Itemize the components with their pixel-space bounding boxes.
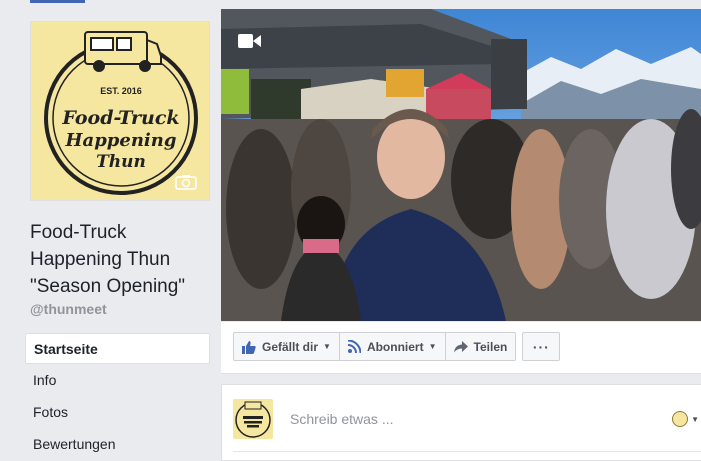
divider (233, 451, 701, 452)
page-title-line: Happening Thun (30, 249, 171, 270)
nav-item-info[interactable]: Info (25, 365, 210, 396)
sidebar: EST. 2016 Food-Truck Happening Thun Food… (0, 0, 220, 461)
page-title-line: "Season Opening" (30, 276, 186, 297)
post-input[interactable]: Schreib etwas ... (290, 411, 394, 427)
logo-line3: Thun (96, 152, 146, 172)
chevron-down-icon: ▼ (691, 414, 699, 424)
follow-label: Abonniert (366, 339, 424, 354)
logo-line2: Happening (65, 130, 177, 151)
camera-icon[interactable] (175, 174, 197, 190)
page-nav: Startseite Info Fotos Bewertungen (25, 333, 210, 461)
like-button[interactable]: Gefällt dir ▼ (233, 332, 340, 361)
more-options-button[interactable]: ··· (522, 332, 561, 361)
cover-photo-crowd (221, 9, 701, 321)
nav-item-startseite[interactable]: Startseite (25, 333, 210, 364)
chevron-down-icon: ▼ (428, 342, 437, 351)
rss-icon (347, 340, 361, 353)
post-composer: Schreib etwas ... ▼ (221, 384, 701, 461)
avatar (672, 411, 689, 427)
avatar (233, 399, 273, 439)
share-label: Teilen (473, 339, 508, 354)
profile-picture[interactable]: EST. 2016 Food-Truck Happening Thun (30, 21, 210, 201)
share-button[interactable]: Teilen (444, 332, 517, 361)
page-action-bar: Gefällt dir ▼ Abonniert ▼ Teilen ··· (221, 322, 701, 374)
page-handle[interactable]: @thunmeet (30, 301, 107, 317)
page-title-line: Food-Truck (30, 222, 127, 243)
nav-item-bewertungen[interactable]: Bewertungen (25, 429, 210, 460)
like-label: Gefällt dir (262, 339, 319, 354)
page-title[interactable]: Food-Truck Happening Thun "Season Openin… (30, 219, 210, 300)
post-as-selector[interactable]: ▼ (672, 411, 699, 427)
share-arrow-icon (453, 340, 468, 353)
logo-est: EST. 2016 (100, 86, 142, 96)
video-camera-icon (238, 33, 262, 49)
logo-line1: Food-Truck (61, 107, 179, 129)
nav-item-fotos[interactable]: Fotos (25, 397, 210, 428)
chevron-down-icon: ▼ (323, 342, 331, 351)
thumbs-up-icon (242, 340, 256, 354)
action-buttons: Gefällt dir ▼ Abonniert ▼ Teilen ··· (233, 332, 561, 361)
follow-button[interactable]: Abonniert ▼ (338, 332, 446, 361)
cover-video[interactable] (221, 9, 701, 321)
